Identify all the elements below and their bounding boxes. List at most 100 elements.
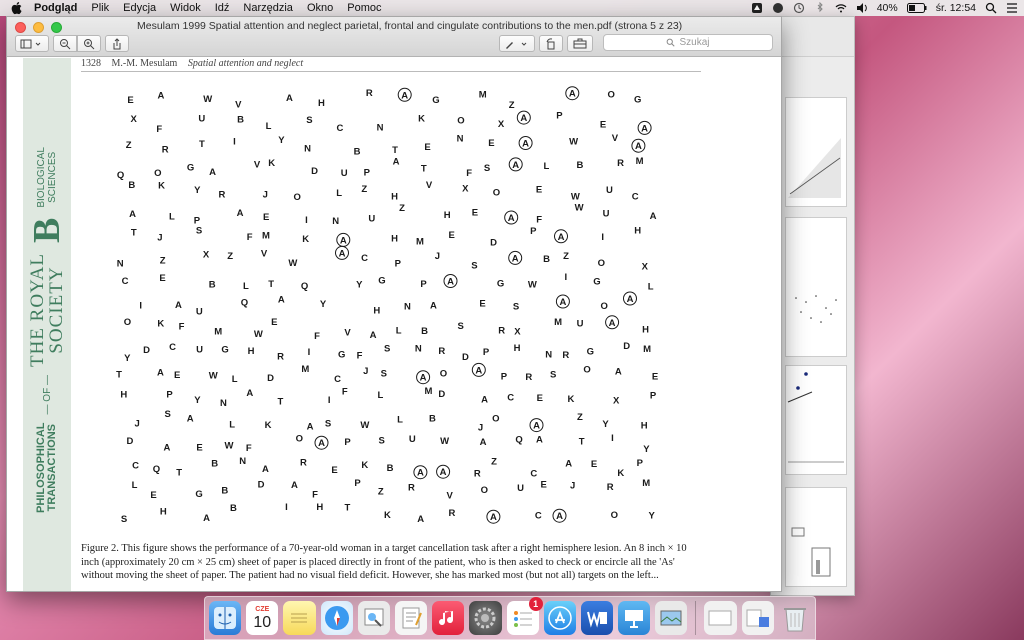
target-letter: H (248, 346, 255, 357)
zoom-in-button[interactable] (77, 35, 101, 52)
menu-app-name[interactable]: Podgląd (34, 2, 77, 14)
target-letter: A (430, 301, 437, 312)
battery-icon[interactable] (906, 3, 927, 13)
target-letter: L (377, 390, 383, 401)
target-letter: T (116, 369, 122, 380)
image-capture-icon[interactable] (655, 601, 688, 635)
title-bar[interactable]: Mesulam 1999 Spatial attention and negle… (7, 17, 781, 57)
app-store-icon[interactable] (543, 601, 576, 635)
word-icon[interactable] (580, 601, 614, 635)
app-status-icon[interactable] (751, 2, 763, 14)
textedit-icon[interactable] (394, 601, 428, 635)
target-letter: T (268, 279, 274, 290)
target-letter: O (493, 187, 500, 198)
target-letter: Z (361, 184, 367, 195)
target-letter: V (344, 328, 351, 339)
safari-icon[interactable] (320, 601, 353, 635)
menu-tools[interactable]: Narzędzia (243, 2, 293, 14)
target-letter: L (243, 281, 249, 292)
target-letter: G (221, 345, 228, 356)
target-letter: X (642, 262, 649, 273)
target-letter: E (196, 443, 202, 454)
preview-app-icon[interactable] (357, 601, 390, 635)
clock[interactable]: śr. 12:54 (936, 2, 976, 14)
menu-go[interactable]: Idź (215, 2, 230, 14)
markup-pen-button[interactable] (499, 35, 535, 52)
target-letter: U (196, 306, 203, 317)
notes-icon[interactable] (283, 601, 316, 635)
target-letter: A (533, 421, 540, 432)
bluetooth-icon[interactable] (814, 2, 826, 14)
calendar-icon[interactable]: CZE 10 (246, 601, 279, 635)
reminders-icon[interactable]: 1 (506, 597, 543, 635)
target-letter: L (336, 188, 342, 199)
finder-icon[interactable] (209, 601, 242, 635)
target-letter: C (507, 393, 514, 404)
target-letter: A (175, 300, 182, 311)
target-letter: T (131, 227, 137, 238)
target-letter: B (221, 486, 228, 497)
thumbnail-plot[interactable] (785, 365, 847, 475)
documents-stack-icon[interactable] (741, 601, 774, 635)
target-letter: F (536, 214, 542, 225)
notification-center-icon[interactable] (1006, 2, 1018, 14)
target-letter: X (462, 183, 469, 194)
target-letter: Y (602, 419, 609, 430)
spotlight-search-icon[interactable] (985, 2, 997, 14)
share-button[interactable] (105, 35, 129, 52)
thumbnail-scatter[interactable] (785, 217, 847, 357)
share-icon (113, 37, 121, 49)
target-letter: R (525, 372, 532, 383)
itunes-icon[interactable] (432, 601, 465, 635)
apple-menu-icon[interactable] (10, 1, 24, 15)
menu-edit[interactable]: Edycja (123, 2, 156, 14)
target-letter: A (417, 514, 424, 525)
target-letter: C (535, 511, 542, 522)
system-preferences-icon[interactable] (469, 601, 502, 635)
target-letter: B (237, 115, 244, 126)
menu-window[interactable]: Okno (307, 2, 333, 14)
pdf-page[interactable]: PHILOSOPHICAL TRANSACTIONS — OF — THE RO… (7, 58, 781, 591)
markup-toolbar-button[interactable] (567, 35, 593, 52)
menu-help[interactable]: Pomoc (347, 2, 381, 14)
keynote-icon[interactable] (618, 601, 651, 635)
wifi-icon[interactable] (835, 2, 847, 14)
target-letter: A (209, 167, 216, 178)
menu-file[interactable]: Plik (91, 2, 109, 14)
target-letter: X (203, 250, 210, 261)
evernote-icon[interactable] (772, 2, 784, 14)
target-letter: Z (563, 251, 569, 262)
fullscreen-window-button[interactable] (51, 22, 62, 33)
menu-bar: Podgląd Plik Edycja Widok Idź Narzędzia … (0, 0, 1024, 16)
target-letter: A (615, 366, 622, 377)
zoom-out-button[interactable] (53, 35, 77, 52)
target-letter: Y (649, 511, 656, 522)
target-letter: I (308, 347, 311, 358)
target-letter: L (232, 374, 238, 385)
trash-icon[interactable] (779, 601, 811, 635)
target-letter: H (514, 343, 521, 354)
target-letter: W (225, 440, 234, 451)
target-letter: T (344, 503, 350, 514)
time-machine-icon[interactable] (793, 2, 805, 14)
rotate-button[interactable] (539, 35, 563, 52)
target-letter: Z (227, 251, 233, 262)
close-window-button[interactable] (15, 22, 26, 33)
thumbnail-diagram[interactable] (785, 487, 847, 587)
downloads-stack-icon[interactable] (704, 601, 737, 635)
figure-caption: Figure 2. This figure shows the performa… (81, 543, 687, 581)
minimize-window-button[interactable] (33, 22, 44, 33)
target-letter: Y (320, 299, 327, 310)
volume-icon[interactable] (856, 2, 868, 14)
dock: CZE 10 1 (204, 596, 816, 640)
thumbnail-chart[interactable] (785, 97, 847, 207)
target-letter: A (480, 437, 487, 448)
background-window[interactable] (770, 16, 855, 596)
search-field[interactable]: Szukaj (603, 34, 773, 51)
target-letter: Z (509, 100, 515, 111)
target-letter: S (196, 225, 202, 236)
target-letter: O (457, 116, 464, 127)
menu-view[interactable]: Widok (170, 2, 201, 14)
target-letter: A (447, 277, 454, 288)
view-menu-button[interactable] (15, 35, 49, 52)
